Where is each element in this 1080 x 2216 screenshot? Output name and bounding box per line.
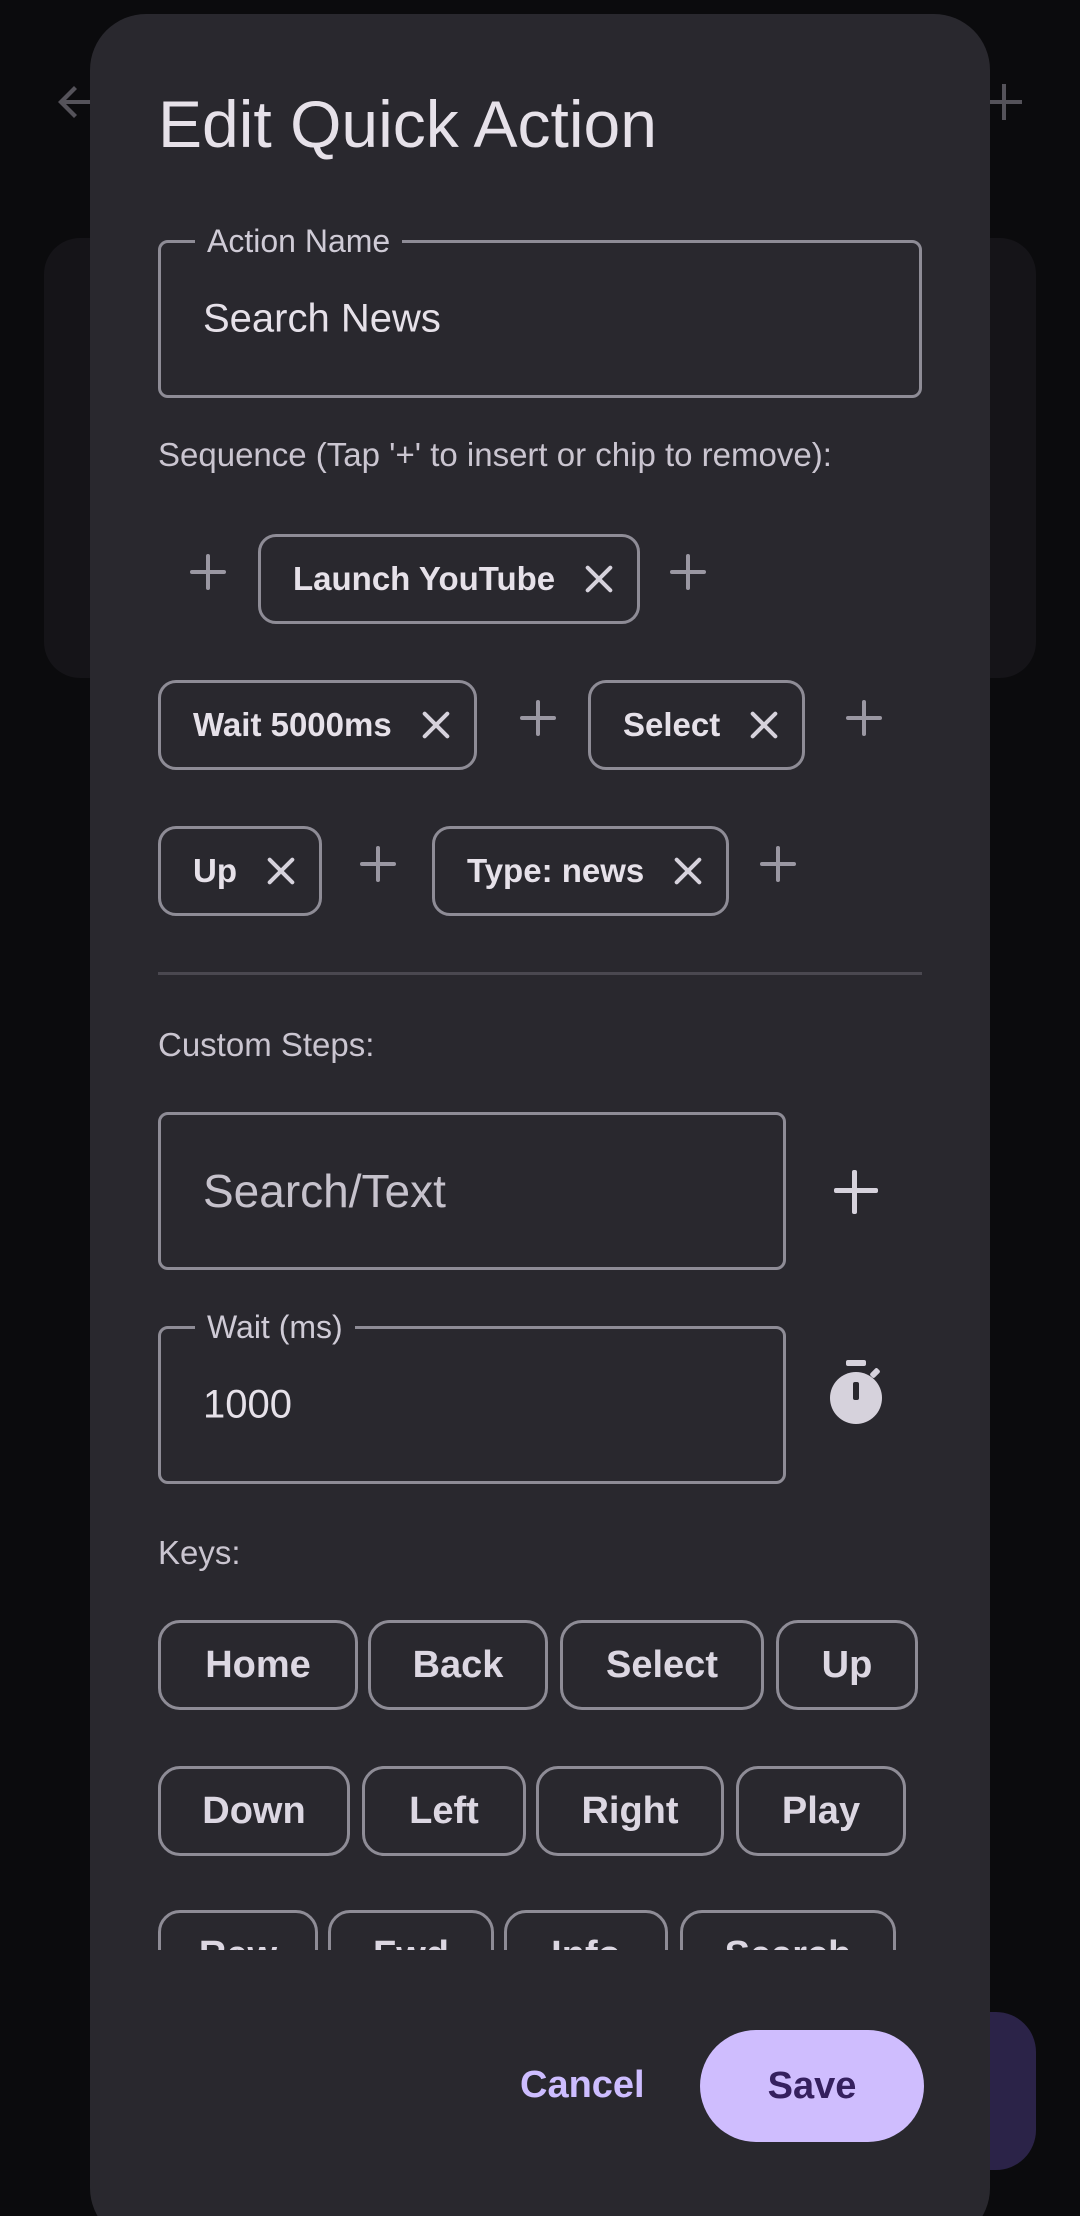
key-right-button[interactable]: Right [536,1766,724,1856]
key-info-button[interactable]: Info [504,1910,668,1950]
insert-plus-icon[interactable] [846,700,882,736]
chip-label: Select [623,706,721,743]
key-select-button[interactable]: Select [560,1620,764,1710]
timer-icon[interactable] [826,1360,886,1430]
wait-ms-label: Wait (ms) [195,1307,355,1347]
key-back-button[interactable]: Back [368,1620,548,1710]
key-play-button[interactable]: Play [736,1766,906,1856]
add-step-icon[interactable] [834,1170,878,1214]
key-up-button[interactable]: Up [776,1620,918,1710]
sequence-chip[interactable]: Wait 5000ms [158,680,477,770]
chip-label: Wait 5000ms [193,706,392,743]
action-name-label: Action Name [195,221,403,261]
dialog-title: Edit Quick Action [158,87,657,161]
close-icon [420,709,452,741]
sequence-chip[interactable]: Type: news [432,826,730,916]
action-name-value: Search News [203,296,441,341]
chip-label: Launch YouTube [293,560,556,597]
insert-plus-icon[interactable] [760,846,796,882]
chip-label: Up [193,852,237,889]
sequence-chip[interactable]: Select [588,680,806,770]
search-text-placeholder: Search/Text [203,1165,446,1217]
chip-label: Type: news [467,852,645,889]
sequence-chip[interactable]: Up [158,826,322,916]
key-home-button[interactable]: Home [158,1620,358,1710]
keys-row3-clip: Rew Fwd Info Search [90,1910,990,1950]
divider [158,972,922,975]
close-icon [583,563,615,595]
action-name-field[interactable]: Action Name Search News [158,221,922,398]
sequence-label: Sequence (Tap '+' to insert or chip to r… [158,436,832,473]
insert-plus-icon[interactable] [520,700,556,736]
cancel-button[interactable]: Cancel [520,2064,645,2107]
key-search-button[interactable]: Search [680,1910,896,1950]
key-rew-button[interactable]: Rew [158,1910,318,1950]
close-icon [265,855,297,887]
close-icon [748,709,780,741]
edit-quick-action-dialog: Edit Quick Action Action Name Search New… [90,14,990,2216]
sequence-chip[interactable]: Launch YouTube [258,534,641,624]
insert-plus-icon[interactable] [190,554,226,590]
close-icon [672,855,704,887]
key-down-button[interactable]: Down [158,1766,350,1856]
search-text-field[interactable]: Search/Text [158,1112,786,1270]
keys-label: Keys: [158,1534,241,1571]
insert-plus-icon[interactable] [670,554,706,590]
key-fwd-button[interactable]: Fwd [328,1910,494,1950]
key-left-button[interactable]: Left [362,1766,526,1856]
wait-ms-field[interactable]: Wait (ms) 1000 [158,1307,786,1484]
custom-steps-label: Custom Steps: [158,1026,375,1063]
save-button[interactable]: Save [700,2030,924,2142]
insert-plus-icon[interactable] [360,846,396,882]
wait-ms-value: 1000 [203,1382,292,1427]
